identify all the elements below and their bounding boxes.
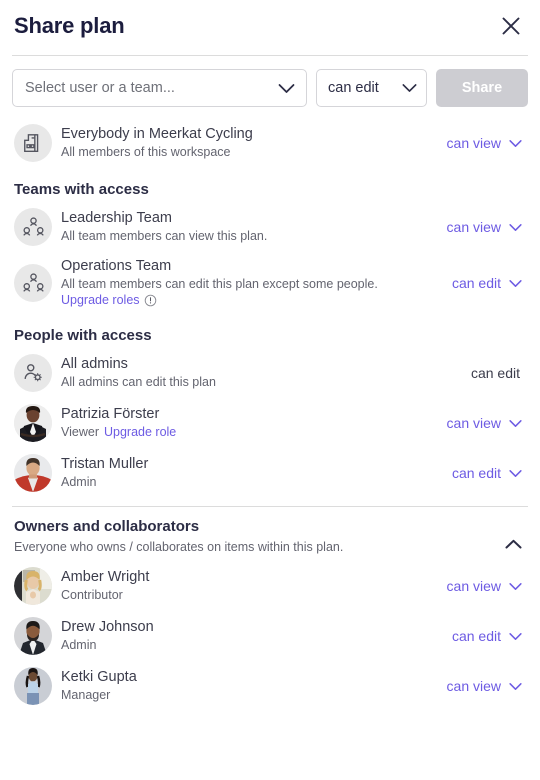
team-access-row: Operations Team All team members can edi…	[12, 252, 528, 314]
row-text: Ketki Gupta Manager	[61, 669, 447, 703]
permission-dropdown[interactable]: can edit	[452, 275, 526, 291]
chevron-up-icon[interactable]	[500, 531, 526, 557]
permission-dropdown[interactable]: can edit	[452, 628, 526, 644]
team-access-row: Leadership Team All team members can vie…	[12, 202, 528, 252]
permission-value: can edit	[451, 628, 501, 644]
permission-value: can view	[446, 135, 501, 151]
row-text: Everybody in Meerkat Cycling All members…	[61, 126, 447, 160]
people-section-heading: People with access	[14, 327, 152, 344]
chevron-down-icon	[509, 682, 522, 690]
permission-dropdown[interactable]: can view	[447, 578, 526, 594]
workspace-access-row: Everybody in Meerkat Cycling All members…	[12, 118, 528, 168]
permission-value: can view	[446, 678, 501, 694]
upgrade-roles-label: Upgrade roles	[61, 293, 140, 307]
row-title: Patrizia Förster	[61, 406, 160, 422]
avatar	[14, 667, 52, 705]
permission-dropdown[interactable]: can view	[447, 219, 526, 235]
row-text: Operations Team All team members can edi…	[61, 258, 452, 308]
share-button[interactable]: Share	[436, 69, 528, 107]
row-subtitle: Admin	[61, 475, 97, 489]
office-building-icon	[14, 124, 52, 162]
row-title: Tristan Muller	[61, 456, 149, 472]
row-title: Operations Team	[61, 258, 172, 274]
row-subtitle: All members of this workspace	[61, 145, 231, 159]
row-title: All admins	[61, 356, 128, 372]
permission-value: can view	[446, 219, 501, 235]
chevron-down-icon	[509, 632, 522, 640]
chevron-down-icon	[509, 582, 522, 590]
permission-value: can view	[446, 578, 501, 594]
chevron-down-icon	[402, 83, 417, 93]
permission-value: can edit	[451, 465, 501, 481]
row-title: Ketki Gupta	[61, 669, 137, 685]
row-subtitle: Manager	[61, 688, 111, 702]
role-label: Viewer	[61, 425, 99, 439]
permission-dropdown[interactable]: can view	[447, 415, 526, 431]
user-team-select-placeholder: Select user or a team...	[25, 80, 175, 96]
permission-value: can edit	[470, 365, 520, 381]
row-subtitle: All team members can view this plan.	[61, 229, 268, 243]
row-title: Leadership Team	[61, 210, 172, 226]
collaborator-row: Amber Wright Contributor can view	[12, 561, 528, 611]
row-text: Patrizia Förster Viewer Upgrade role	[61, 406, 447, 440]
row-text: All admins All admins can edit this plan	[61, 356, 471, 390]
collaborators-heading-text: Owners and collaborators Everyone who ow…	[14, 517, 343, 556]
avatar	[14, 404, 52, 442]
chevron-down-icon	[278, 83, 295, 94]
row-title: Amber Wright	[61, 569, 150, 585]
team-group-icon	[14, 264, 52, 302]
chevron-down-icon	[509, 139, 522, 147]
row-title: Everybody in Meerkat Cycling	[61, 126, 253, 142]
row-subtitle: Viewer Upgrade role	[61, 424, 447, 440]
row-text: Amber Wright Contributor	[61, 569, 447, 603]
row-text: Tristan Muller Admin	[61, 456, 452, 490]
page-title: Share plan	[14, 13, 125, 38]
avatar	[14, 617, 52, 655]
chevron-down-icon	[509, 469, 522, 477]
permission-dropdown[interactable]: can view	[447, 678, 526, 694]
row-subtitle: Contributor	[61, 588, 123, 602]
permission-static-label: can edit	[471, 365, 526, 381]
row-text: Leadership Team All team members can vie…	[61, 210, 447, 244]
user-team-select[interactable]: Select user or a team...	[12, 69, 307, 107]
row-subtitle: All admins can edit this plan	[61, 375, 216, 389]
share-plan-dialog: Share plan Select user or a team... can …	[0, 0, 540, 780]
collaborator-row: Ketki Gupta Manager can view	[12, 661, 528, 711]
collaborator-row: Drew Johnson Admin can edit	[12, 611, 528, 661]
upgrade-roles-link[interactable]: Upgrade roles	[61, 292, 452, 308]
person-access-row: Tristan Muller Admin can edit	[12, 448, 528, 498]
collaborators-subheading: Everyone who owns / collaborates on item…	[14, 540, 344, 554]
teams-section-heading: Teams with access	[14, 181, 149, 198]
collaborators-section-header: Owners and collaborators Everyone who ow…	[12, 507, 528, 561]
invite-role-value: can edit	[328, 80, 379, 96]
chevron-down-icon	[509, 279, 522, 287]
row-subtitle: All team members can edit this plan exce…	[61, 277, 378, 291]
info-warning-icon	[144, 294, 156, 306]
admin-person-gear-icon	[14, 354, 52, 392]
collaborators-heading: Owners and collaborators	[14, 518, 200, 535]
permission-value: can view	[446, 415, 501, 431]
avatar	[14, 567, 52, 605]
dialog-header: Share plan	[12, 0, 528, 52]
row-title: Drew Johnson	[61, 619, 154, 635]
permission-dropdown[interactable]: can edit	[452, 465, 526, 481]
chevron-down-icon	[509, 223, 522, 231]
upgrade-role-link[interactable]: Upgrade role	[104, 425, 176, 439]
chevron-down-icon	[509, 419, 522, 427]
close-icon[interactable]	[496, 11, 526, 41]
person-access-row: All admins All admins can edit this plan…	[12, 348, 528, 398]
permission-dropdown[interactable]: can view	[447, 135, 526, 151]
person-access-row: Patrizia Förster Viewer Upgrade role can …	[12, 398, 528, 448]
permission-value: can edit	[451, 275, 501, 291]
invite-controls: Select user or a team... can edit Share	[12, 56, 528, 118]
invite-role-select[interactable]: can edit	[316, 69, 427, 107]
avatar	[14, 454, 52, 492]
row-text: Drew Johnson Admin	[61, 619, 452, 653]
row-subtitle: Admin	[61, 638, 97, 652]
team-group-icon	[14, 208, 52, 246]
